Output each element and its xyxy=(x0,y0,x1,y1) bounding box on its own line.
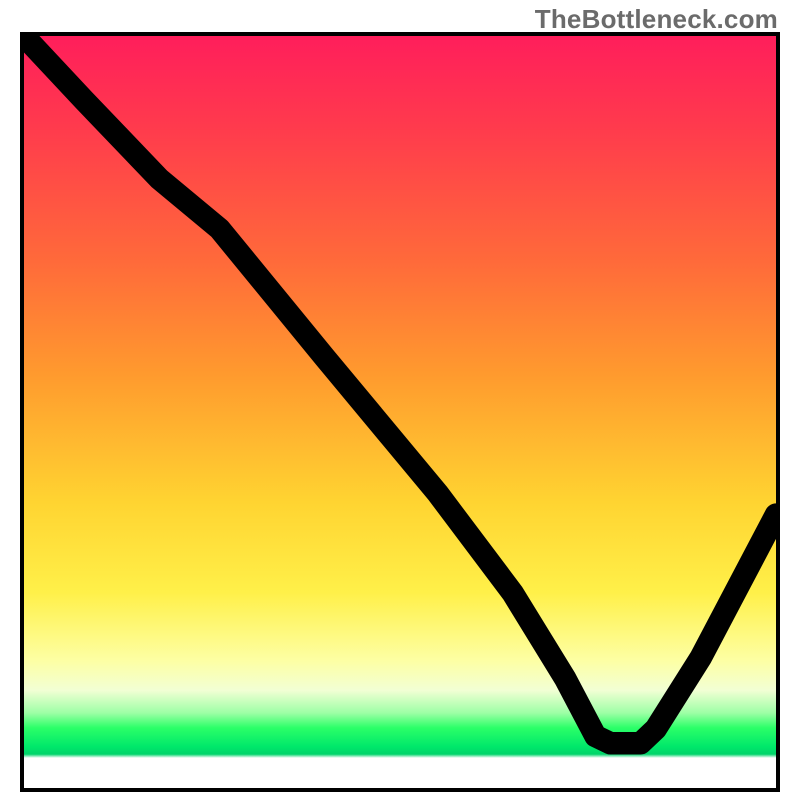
plot-frame xyxy=(20,32,780,792)
chart-container: TheBottleneck.com xyxy=(0,0,800,800)
curve-layer xyxy=(24,36,776,788)
bottleneck-curve xyxy=(24,36,776,743)
plot-area xyxy=(24,36,776,788)
watermark-text: TheBottleneck.com xyxy=(535,4,778,35)
